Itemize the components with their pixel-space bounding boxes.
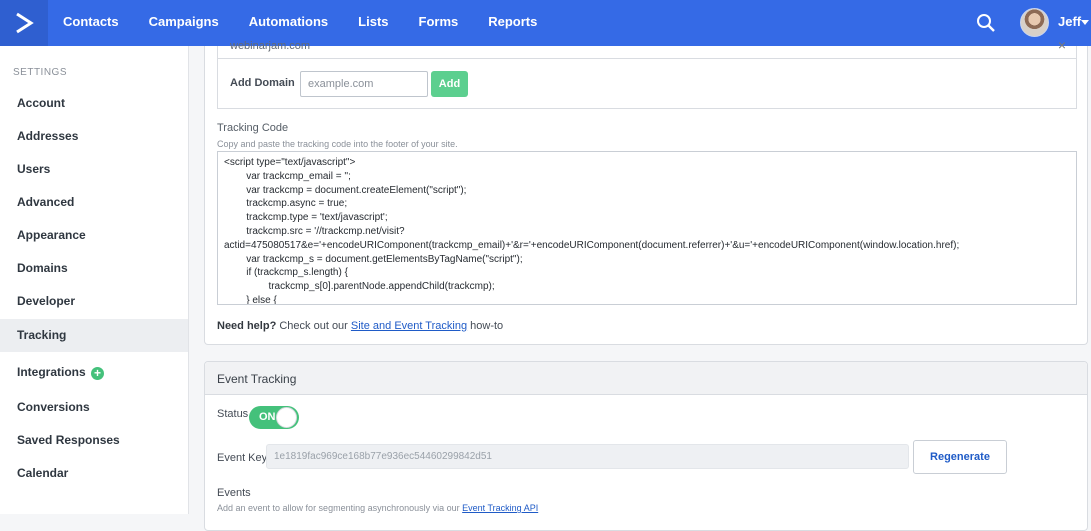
nav-lists[interactable]: Lists <box>343 0 403 46</box>
code-line: var trackcmp_s = document.getElementsByT… <box>224 253 523 265</box>
help-text: Need help? Check out our Site and Event … <box>217 320 503 332</box>
divider <box>218 58 1076 59</box>
nav-campaigns[interactable]: Campaigns <box>134 0 234 46</box>
toggle-knob <box>276 407 297 428</box>
code-line: <script type="text/javascript"> <box>224 157 356 168</box>
nav-forms[interactable]: Forms <box>404 0 474 46</box>
add-domain-label: Add Domain <box>230 77 295 89</box>
sidebar-item-integrations[interactable]: Integrations + <box>0 356 188 389</box>
nav-contacts[interactable]: Contacts <box>48 0 134 46</box>
sidebar-item-domains[interactable]: Domains <box>0 252 188 285</box>
code-line: var trackcmp_email = ''; <box>224 170 351 182</box>
status-label: Status <box>217 408 249 420</box>
panel-header: Event Tracking <box>205 362 1087 395</box>
chevron-down-icon[interactable] <box>1081 20 1089 25</box>
plus-icon: + <box>91 367 105 380</box>
sidebar-item-calendar[interactable]: Calendar <box>0 457 188 490</box>
top-navbar: Contacts Campaigns Automations Lists For… <box>0 0 1091 46</box>
sidebar-item-users[interactable]: Users <box>0 153 188 186</box>
code-line: trackcmp.src = '//trackcmp.net/visit? <box>224 225 405 237</box>
help-prefix: Need help? <box>217 320 277 332</box>
tracking-code-subtitle: Copy and paste the tracking code into th… <box>217 139 458 149</box>
avatar[interactable] <box>1020 8 1049 37</box>
domain-list-item: webinarjam.com <box>230 40 311 52</box>
tracking-howto-link[interactable]: Site and Event Tracking <box>351 320 467 332</box>
code-line: } else { <box>224 294 277 305</box>
code-line: actid=475080517&e='+encodeURIComponent(t… <box>224 239 960 251</box>
events-sub-text: Add an event to allow for segmenting asy… <box>217 503 460 513</box>
code-line: trackcmp.async = true; <box>224 198 348 210</box>
search-icon[interactable] <box>975 12 997 34</box>
code-line: trackcmp.type = 'text/javascript'; <box>224 212 388 224</box>
sidebar-item-addresses[interactable]: Addresses <box>0 120 188 153</box>
sidebar-item-conversions[interactable]: Conversions <box>0 391 188 424</box>
sidebar-item-advanced[interactable]: Advanced <box>0 186 188 219</box>
sidebar-item-appearance[interactable]: Appearance <box>0 219 188 252</box>
site-tracking-panel: webinarjam.com × Add Domain example.com … <box>204 37 1088 345</box>
help-middle: Check out our <box>279 320 348 332</box>
event-tracking-panel: Event Tracking Status ON Event Key 1e181… <box>204 361 1088 531</box>
sidebar-item-label: Integrations <box>17 365 86 379</box>
code-line: var trackcmp = document.createElement("s… <box>224 184 467 196</box>
events-label: Events <box>217 487 251 499</box>
sidebar-item-tracking[interactable]: Tracking <box>0 319 188 352</box>
events-description: Add an event to allow for segmenting asy… <box>217 503 538 513</box>
logo-icon[interactable] <box>0 0 48 46</box>
toggle-label: ON <box>259 411 276 423</box>
nav-reports[interactable]: Reports <box>473 0 552 46</box>
sidebar-item-saved-responses[interactable]: Saved Responses <box>0 424 188 457</box>
sidebar-item-developer[interactable]: Developer <box>0 285 188 318</box>
user-name[interactable]: Jeff <box>1058 14 1081 29</box>
status-toggle[interactable]: ON <box>249 406 299 429</box>
event-key-label: Event Key <box>217 452 268 464</box>
main-content: webinarjam.com × Add Domain example.com … <box>204 37 1088 531</box>
sidebar-header: SETTINGS <box>13 67 68 78</box>
domains-box: webinarjam.com × Add Domain example.com … <box>217 37 1077 109</box>
event-key-field: 1e1819fac969ce168b77e936ec54460299842d51 <box>266 444 909 469</box>
code-line: trackcmp_s[0].parentNode.appendChild(tra… <box>224 281 495 293</box>
tracking-code-title: Tracking Code <box>217 122 289 134</box>
help-suffix: how-to <box>470 320 504 332</box>
close-icon[interactable]: × <box>1058 37 1066 53</box>
domain-input[interactable]: example.com <box>300 71 428 97</box>
sidebar-item-account[interactable]: Account <box>0 87 188 120</box>
panel-title: Event Tracking <box>217 372 297 386</box>
settings-sidebar: SETTINGS Account Addresses Users Advance… <box>0 46 189 514</box>
regenerate-button[interactable]: Regenerate <box>913 440 1007 474</box>
tracking-code-textarea[interactable]: <script type="text/javascript"> var trac… <box>217 151 1077 305</box>
add-domain-button[interactable]: Add <box>431 71 468 97</box>
code-line: if (trackcmp_s.length) { <box>224 267 348 279</box>
event-tracking-api-link[interactable]: Event Tracking API <box>462 503 538 513</box>
